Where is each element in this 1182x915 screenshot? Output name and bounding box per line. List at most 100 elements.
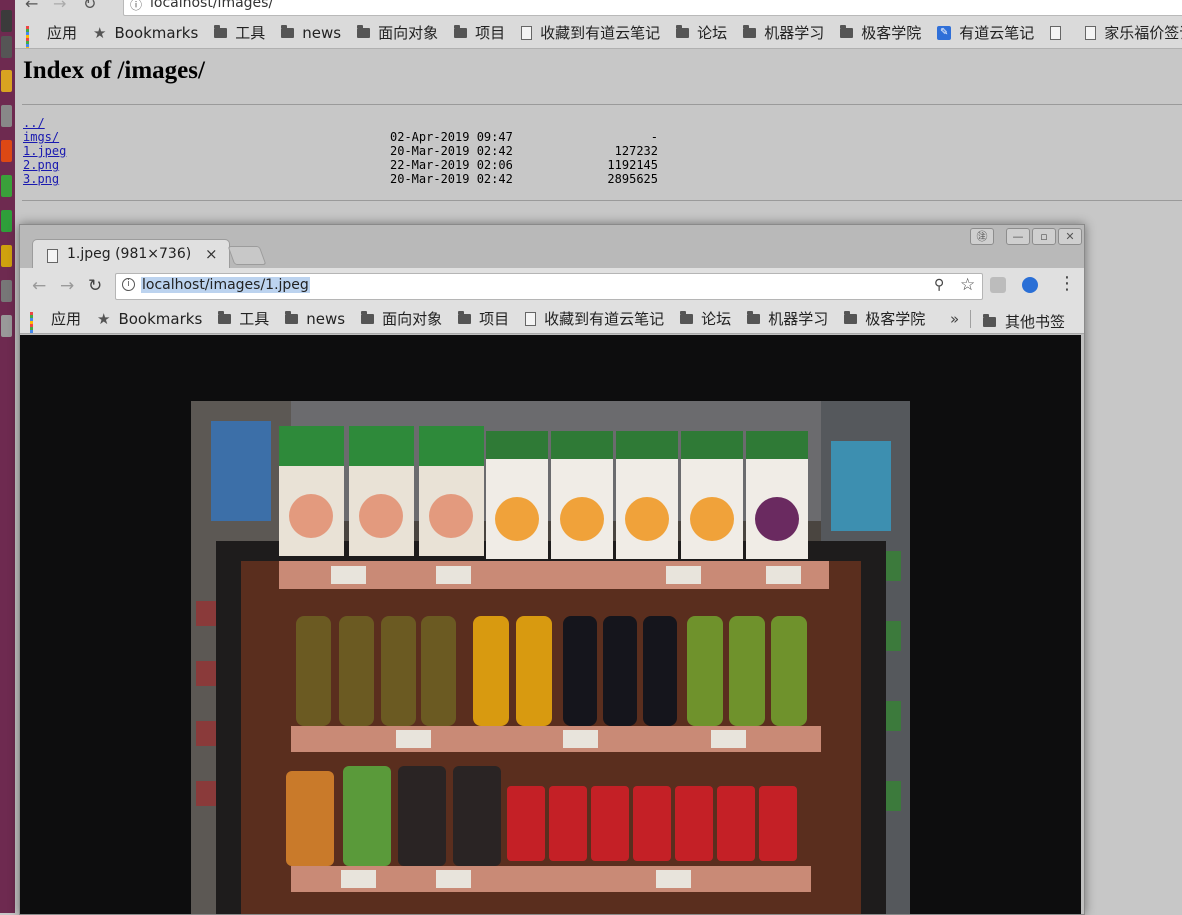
page-icon: [1085, 25, 1097, 40]
bookmark-item[interactable]: news: [281, 24, 341, 42]
file-link[interactable]: imgs/: [23, 130, 59, 144]
reload-icon[interactable]: ↻: [83, 0, 96, 13]
bookmarks-bar: 应用 ★ Bookmarks 工具 news 面向对象 项目 收藏到有道云笔记 论坛 机器学习 极客…: [20, 304, 1084, 334]
bookmark-item[interactable]: 极客学院: [844, 308, 925, 329]
file-row: 1.jpeg 20-Mar-2019 02:42 127232: [23, 144, 723, 158]
bookmark-label: 收藏到有道云笔记: [540, 24, 661, 42]
zoom-icon[interactable]: ⚲: [934, 277, 944, 293]
reload-icon[interactable]: ↻: [88, 276, 102, 296]
launcher-app-icon[interactable]: [1, 315, 12, 337]
bookmark-label: 有道云笔记: [959, 24, 1035, 42]
file-row: ../: [23, 116, 723, 130]
bookmarks-overflow-icon[interactable]: »: [950, 310, 959, 328]
bookmark-item[interactable]: 面向对象: [361, 308, 442, 329]
forward-arrow-icon[interactable]: →: [53, 0, 66, 13]
page-icon: [47, 249, 58, 263]
bookmark-item[interactable]: 论坛: [676, 22, 727, 43]
info-icon[interactable]: i: [122, 278, 135, 291]
translate-extension-icon[interactable]: [1022, 277, 1038, 293]
file-link[interactable]: 2.png: [23, 158, 59, 172]
launcher-app-icon[interactable]: [1, 36, 12, 58]
bookmark-label: 面向对象: [382, 310, 443, 328]
folder-icon: [218, 310, 232, 324]
bookmark-label: 项目: [475, 24, 506, 42]
bookmark-item[interactable]: 工具: [218, 308, 269, 329]
launcher-app-icon[interactable]: [1, 105, 12, 127]
tab-title: 1.jpeg (981×736): [67, 246, 192, 262]
launcher-app-icon[interactable]: [1, 10, 12, 32]
bookmark-item[interactable]: 项目: [458, 308, 509, 329]
launcher-app-icon[interactable]: [1, 70, 12, 92]
maximize-button[interactable]: ▫: [1032, 228, 1056, 245]
file-date: 20-Mar-2019 02:42: [390, 144, 513, 158]
bookmark-item[interactable]: 机器学习: [743, 22, 824, 43]
bookmark-label: 应用: [47, 24, 78, 42]
minimize-button[interactable]: —: [1006, 228, 1030, 245]
bookmark-item[interactable]: 论坛: [680, 308, 731, 329]
launcher-app-icon[interactable]: [1, 280, 12, 302]
input-method-icon[interactable]: ㊟: [970, 228, 994, 245]
url-text[interactable]: localhost/images/1.jpeg: [141, 277, 310, 293]
divider: [22, 200, 1182, 201]
bookmark-label: Bookmarks: [118, 309, 203, 328]
file-row: imgs/02-Apr-2019 09:47 -: [23, 130, 723, 144]
bookmark-label: 收藏到有道云笔记: [544, 310, 665, 328]
shield-extension-icon[interactable]: [990, 277, 1006, 293]
bookmark-item[interactable]: ★ Bookmarks: [93, 24, 198, 42]
bookmark-item[interactable]: 家乐福价签识别: [1085, 22, 1182, 43]
bookmark-item[interactable]: 收藏到有道云笔记: [525, 308, 664, 329]
bookmark-label: 家乐福价签识别: [1104, 24, 1182, 42]
browser-toolbar: ← → ↻ i localhost/images/1.jpeg ⚲ ☆ ⋮: [20, 268, 1084, 304]
image-viewer: [20, 335, 1081, 914]
bookmark-star-icon[interactable]: ☆: [960, 275, 975, 295]
bookmark-label: 机器学习: [768, 310, 829, 328]
file-row: 2.png 22-Mar-2019 02:06 1192145: [23, 158, 723, 172]
store-shelf-photo: [191, 401, 910, 914]
close-tab-icon[interactable]: ×: [205, 245, 218, 263]
menu-icon[interactable]: ⋮: [1058, 273, 1076, 294]
back-arrow-icon[interactable]: ←: [32, 276, 46, 296]
folder-icon: [454, 24, 468, 38]
bookmark-item[interactable]: [1050, 25, 1069, 40]
back-address-bar[interactable]: ⓘ localhost/images/: [123, 0, 1182, 16]
info-icon[interactable]: ⓘ: [130, 0, 142, 13]
bookmark-label: 极客学院: [865, 310, 926, 328]
bookmark-item[interactable]: news: [285, 310, 345, 328]
file-link[interactable]: 3.png: [23, 172, 59, 186]
folder-icon: [680, 310, 694, 324]
launcher-app-icon[interactable]: [1, 245, 12, 267]
new-tab-button[interactable]: [227, 246, 267, 265]
bookmark-item[interactable]: 应用: [30, 308, 81, 333]
bookmark-item[interactable]: ★ Bookmarks: [97, 310, 202, 328]
forward-arrow-icon[interactable]: →: [60, 276, 74, 296]
bookmark-label: Bookmarks: [114, 23, 199, 42]
bookmark-item[interactable]: ✎ 有道云笔记: [937, 22, 1034, 43]
tab-image[interactable]: 1.jpeg (981×736) ×: [32, 239, 230, 270]
launcher-app-icon[interactable]: [1, 140, 12, 162]
file-size: 127232: [614, 144, 658, 158]
launcher-app-icon[interactable]: [1, 175, 12, 197]
bookmark-item[interactable]: 项目: [454, 22, 505, 43]
youdao-icon: ✎: [937, 25, 952, 40]
address-bar[interactable]: i localhost/images/1.jpeg ⚲ ☆: [115, 273, 983, 300]
launcher-app-icon[interactable]: [1, 210, 12, 232]
back-arrow-icon[interactable]: ←: [25, 0, 38, 13]
bookmark-item[interactable]: 应用: [26, 22, 78, 48]
file-link[interactable]: 1.jpeg: [23, 144, 66, 158]
file-link[interactable]: ../: [23, 116, 45, 130]
bookmark-item[interactable]: 收藏到有道云笔记: [521, 22, 660, 43]
other-bookmarks[interactable]: 其他书签: [983, 311, 1065, 332]
bookmark-item[interactable]: 机器学习: [747, 308, 828, 329]
page-title: Index of /images/: [23, 57, 205, 84]
bookmark-label: 机器学习: [764, 24, 825, 42]
bookmark-item[interactable]: 面向对象: [357, 22, 438, 43]
star-icon: ★: [97, 309, 111, 328]
file-row: 3.png 20-Mar-2019 02:42 2895625: [23, 172, 723, 186]
bookmark-label: 面向对象: [378, 24, 439, 42]
file-date: 02-Apr-2019 09:47: [390, 130, 513, 144]
folder-icon: [676, 24, 690, 38]
bookmark-item[interactable]: 极客学院: [840, 22, 921, 43]
close-window-button[interactable]: ✕: [1058, 228, 1082, 245]
page-icon: [525, 311, 537, 326]
bookmark-item[interactable]: 工具: [214, 22, 265, 43]
